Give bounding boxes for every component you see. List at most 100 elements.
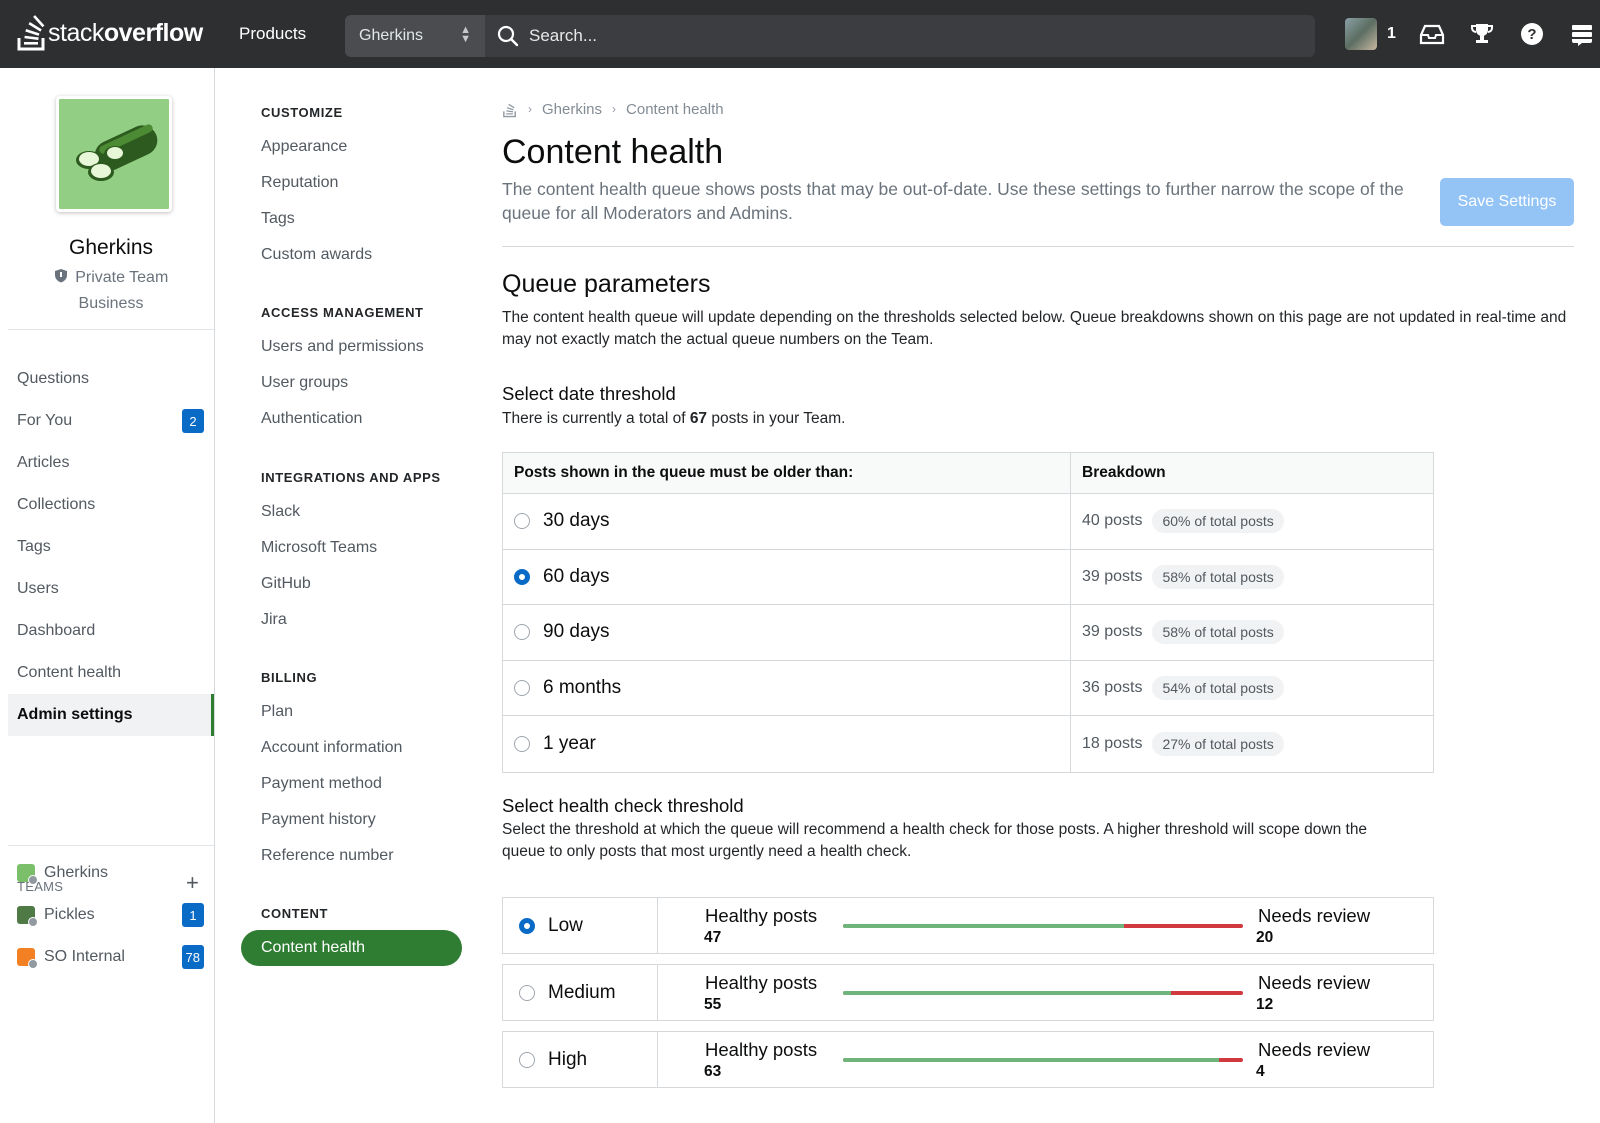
posts-count: 18 posts	[1082, 734, 1143, 752]
nav-tags[interactable]: Tags	[8, 526, 214, 568]
save-settings-button[interactable]: Save Settings	[1440, 178, 1574, 226]
team-item-label: Pickles	[44, 906, 95, 923]
nav-content-health[interactable]: Content health	[8, 652, 214, 694]
health-ratio-bar	[843, 991, 1243, 995]
settings-item-payment-history[interactable]: Payment history	[261, 811, 376, 829]
settings-item-user-groups[interactable]: User groups	[261, 374, 348, 392]
health-option-medium[interactable]: Medium Healthy posts 55 Needs review 12	[502, 964, 1434, 1021]
settings-item-tags[interactable]: Tags	[261, 210, 295, 228]
team-card: Gherkins Private Team Business	[8, 68, 214, 330]
total-posts-count: 67	[689, 410, 708, 427]
settings-item-reference-number[interactable]: Reference number	[261, 847, 394, 865]
site-switcher-icon[interactable]	[1568, 20, 1596, 48]
settings-item-slack[interactable]: Slack	[261, 503, 300, 521]
health-option-low[interactable]: Low Healthy posts 47 Needs review 20	[502, 897, 1434, 954]
team-mini-logo	[17, 906, 38, 927]
date-threshold-description: There is currently a total of 67 posts i…	[502, 408, 845, 430]
settings-item-custom-awards[interactable]: Custom awards	[261, 246, 372, 264]
radio-high[interactable]	[519, 1051, 535, 1068]
table-row[interactable]: 6 months 36 posts 54% of total posts	[503, 660, 1433, 716]
settings-item-jira[interactable]: Jira	[261, 611, 287, 629]
option-cell: 30 days	[503, 494, 1071, 549]
pickles-badge: 1	[182, 903, 204, 927]
radio-low[interactable]	[519, 917, 535, 934]
radio-6-months[interactable]	[514, 679, 530, 696]
health-threshold-heading: Select health check threshold	[502, 795, 744, 816]
health-threshold-description: Select the threshold at which the queue …	[502, 821, 1368, 860]
settings-item-github[interactable]: GitHub	[261, 575, 311, 593]
healthy-posts-count: 63	[704, 1063, 722, 1080]
settings-heading-content: CONTENT	[261, 906, 329, 921]
team-select[interactable]: Gherkins ▲ ▼	[345, 15, 485, 57]
nav-articles[interactable]: Articles	[8, 442, 214, 484]
search-input[interactable]	[529, 26, 1289, 46]
breadcrumb-current[interactable]: Content health	[626, 101, 724, 118]
settings-item-payment-method[interactable]: Payment method	[261, 775, 382, 793]
nav-dashboard[interactable]: Dashboard	[8, 610, 214, 652]
inbox-icon[interactable]	[1418, 20, 1446, 48]
stackoverflow-logo[interactable]: stack overflow	[16, 14, 203, 52]
radio-90-days[interactable]	[514, 624, 530, 641]
nav-admin-settings[interactable]: Admin settings	[8, 694, 214, 736]
radio-30-days[interactable]	[514, 513, 530, 530]
team-plan-name: Business	[78, 295, 144, 312]
team-item-gherkins[interactable]: Gherkins	[8, 852, 214, 894]
team-item-pickles[interactable]: Pickles 1	[8, 894, 214, 936]
settings-item-account-info[interactable]: Account information	[261, 739, 402, 757]
nav-questions[interactable]: Questions	[8, 358, 214, 400]
nav-users[interactable]: Users	[8, 568, 214, 610]
breakdown-cell: 18 posts 27% of total posts	[1071, 716, 1433, 772]
settings-item-plan[interactable]: Plan	[261, 703, 293, 721]
settings-item-users-permissions[interactable]: Users and permissions	[261, 338, 424, 356]
search-box[interactable]	[485, 15, 1315, 57]
svg-text:?: ?	[1527, 26, 1536, 43]
percent-pill: 60% of total posts	[1152, 509, 1284, 534]
table-row[interactable]: 30 days 40 posts 60% of total posts	[503, 494, 1433, 550]
nav-collections[interactable]: Collections	[8, 484, 214, 526]
option-cell: 90 days	[503, 605, 1071, 660]
help-icon[interactable]: ?	[1518, 20, 1546, 48]
table-row[interactable]: 90 days 39 posts 58% of total posts	[503, 605, 1433, 661]
settings-item-microsoft-teams[interactable]: Microsoft Teams	[261, 539, 377, 557]
user-avatar[interactable]	[1345, 18, 1377, 50]
products-link[interactable]: Products	[239, 24, 306, 44]
left-sidebar: Gherkins Private Team Business Questions…	[0, 68, 215, 1123]
team-item-so-internal[interactable]: SO Internal 78	[8, 936, 214, 978]
option-cell: High	[503, 1032, 658, 1087]
settings-heading-billing: BILLING	[261, 670, 318, 685]
settings-item-content-health[interactable]: Content health	[241, 930, 462, 966]
settings-item-authentication[interactable]: Authentication	[261, 410, 362, 428]
team-type: Private Team	[75, 269, 169, 286]
settings-item-appearance[interactable]: Appearance	[261, 138, 347, 156]
page-description: The content health queue shows posts tha…	[502, 179, 1404, 223]
radio-medium[interactable]	[519, 984, 535, 1001]
option-label: Low	[548, 914, 583, 936]
stackoverflow-small-icon[interactable]	[502, 100, 518, 118]
table-row[interactable]: 60 days 39 posts 58% of total posts	[503, 549, 1433, 605]
settings-heading-customize: CUSTOMIZE	[261, 105, 343, 120]
reputation-count: 1	[1387, 25, 1396, 42]
stackoverflow-logo-icon	[17, 15, 45, 51]
breakdown-cell: Healthy posts 47 Needs review 20	[658, 898, 1433, 953]
logo-text-stack: stack	[48, 18, 104, 47]
breadcrumb-team[interactable]: Gherkins	[542, 101, 602, 118]
nav-label: Questions	[17, 370, 90, 387]
percent-pill: 58% of total posts	[1152, 620, 1284, 645]
health-option-high[interactable]: High Healthy posts 63 Needs review 4	[502, 1031, 1434, 1088]
settings-item-reputation[interactable]: Reputation	[261, 174, 338, 192]
nav-for-you[interactable]: For You 2	[8, 400, 214, 442]
table-row[interactable]: 1 year 18 posts 27% of total posts	[503, 716, 1433, 772]
trophy-icon[interactable]	[1468, 20, 1496, 48]
nav-label: Collections	[17, 496, 96, 513]
team-select-value: Gherkins	[359, 27, 424, 44]
radio-60-days[interactable]	[514, 568, 530, 585]
radio-1-year[interactable]	[514, 735, 530, 752]
percent-pill: 54% of total posts	[1152, 675, 1284, 700]
option-label: 90 days	[543, 621, 610, 643]
breakdown-cell: Healthy posts 63 Needs review 4	[658, 1032, 1433, 1087]
cucumber-icon	[76, 124, 158, 181]
health-ratio-bar	[843, 924, 1243, 928]
top-icons: 1 ?	[1345, 18, 1596, 50]
needs-review-label: Needs review	[1258, 905, 1371, 926]
date-threshold-heading: Select date threshold	[502, 383, 676, 404]
